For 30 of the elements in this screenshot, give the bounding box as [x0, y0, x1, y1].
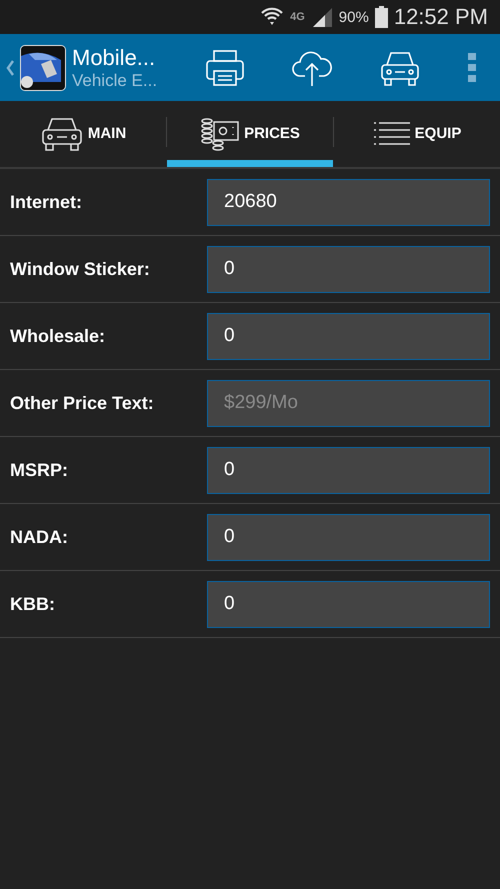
app-subtitle: Vehicle E... — [72, 70, 158, 90]
field-label: MSRP: — [10, 460, 69, 480]
more-menu-icon[interactable] — [467, 52, 477, 84]
input-field[interactable]: 0 — [207, 514, 490, 560]
network-type: 4G — [290, 11, 305, 23]
clock: 12:52 PM — [394, 4, 488, 30]
money-icon — [200, 116, 240, 150]
back-icon[interactable] — [6, 60, 14, 76]
field-label: Wholesale: — [10, 326, 106, 346]
signal-icon — [310, 6, 333, 28]
input-field[interactable]: 0 — [207, 246, 490, 292]
field-label: NADA: — [10, 526, 69, 548]
car-icon — [40, 116, 84, 152]
input-field[interactable]: 0 — [207, 312, 490, 360]
printer-icon[interactable] — [205, 48, 245, 86]
input-field[interactable]: 20680 — [207, 178, 490, 226]
battery-icon — [374, 6, 388, 28]
field-label: Other Price Text: — [10, 392, 155, 414]
list-icon — [372, 120, 411, 148]
field-label: Internet: — [10, 192, 83, 212]
field-label: KBB: — [10, 594, 56, 614]
input-field[interactable]: 0 — [207, 580, 490, 628]
tab[interactable]: EQUIP — [334, 101, 500, 167]
input-field[interactable]: 0 — [207, 446, 490, 494]
tab[interactable]: MAIN — [0, 101, 166, 167]
field-label: Window Sticker: — [10, 258, 151, 280]
input-field[interactable]: $299/Mo — [207, 380, 490, 426]
tab[interactable]: PRICES — [167, 101, 333, 167]
battery-level: 90% — [338, 8, 369, 26]
app-title: Mobile... — [72, 44, 156, 70]
